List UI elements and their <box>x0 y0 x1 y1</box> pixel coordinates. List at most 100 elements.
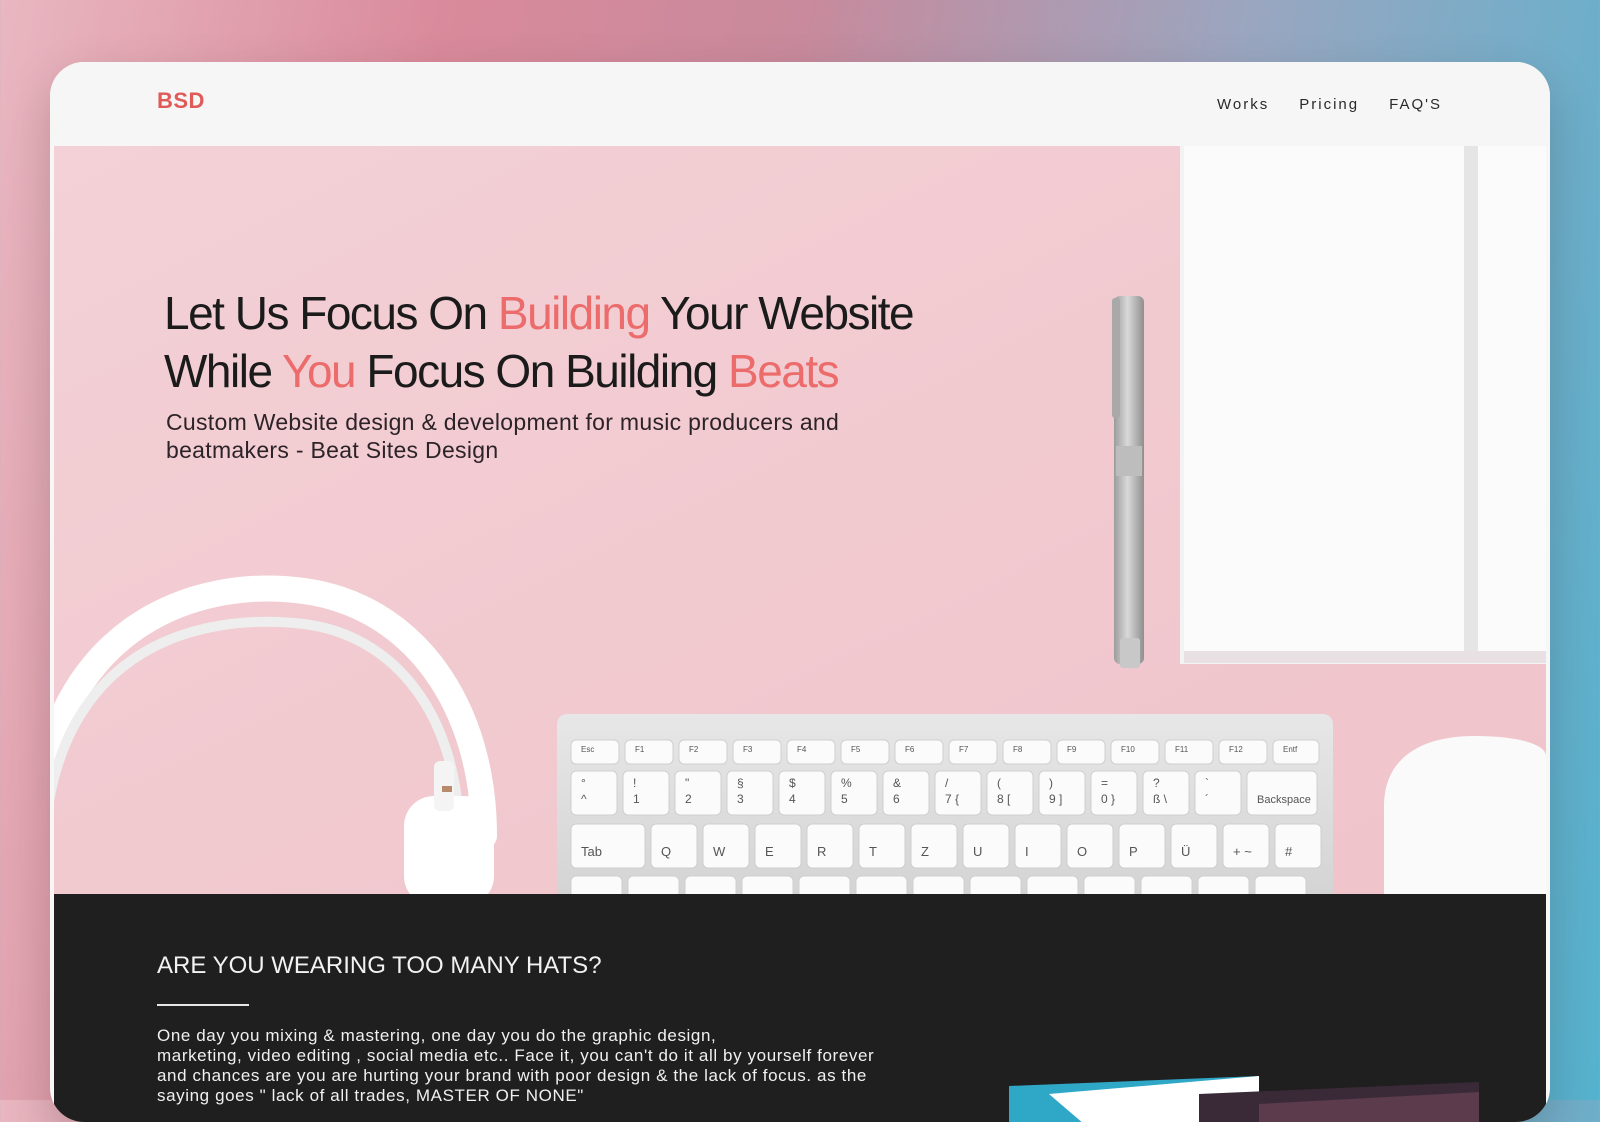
svg-text:Ü: Ü <box>1181 844 1190 859</box>
hero-section: Esc F1 F2 F3 F4 F5 F6 F7 F8 F9 F10 F11 F12 Entf ^ ° 1! 2 "… <box>54 146 1546 894</box>
svg-text:Backspace: Backspace <box>1257 794 1311 806</box>
key-row2-6: Z <box>910 823 958 869</box>
key-row2-13: # <box>1274 823 1322 869</box>
key-num-10: 0 } = <box>1090 770 1138 816</box>
pen-image <box>1112 296 1144 668</box>
key-num-6: 6& <box>882 770 930 816</box>
svg-text:Q: Q <box>661 844 671 859</box>
top-nav: BSD Works Pricing FAQ'S <box>50 62 1550 146</box>
key-f4: F4 <box>786 739 836 765</box>
key-f1: F1 <box>624 739 674 765</box>
key-row2-9: O <box>1066 823 1114 869</box>
key-row3-11 <box>1197 875 1250 894</box>
key-row2-12: + ~ <box>1222 823 1270 869</box>
key-num-7: 7 {/ <box>934 770 982 816</box>
key-f7: F7 <box>948 739 998 765</box>
site-logo[interactable]: BSD <box>157 88 205 114</box>
key-num-8: 8 [ ( <box>986 770 1034 816</box>
key-row3-9 <box>1083 875 1136 894</box>
svg-text:3: 3 <box>737 792 744 806</box>
section-body: One day you mixing & mastering, one day … <box>157 1026 875 1105</box>
key-row3-4 <box>798 875 851 894</box>
svg-text:T: T <box>869 844 877 859</box>
key-f12: F12 <box>1218 739 1268 765</box>
svg-text:F2: F2 <box>689 745 699 754</box>
key-num-4: 4$ <box>778 770 826 816</box>
svg-text:´: ´ <box>1205 792 1209 806</box>
brochure-image <box>1009 1076 1479 1122</box>
svg-text:F10: F10 <box>1121 745 1135 754</box>
mouse-image <box>1384 736 1546 894</box>
svg-text:F7: F7 <box>959 745 969 754</box>
svg-text:°: ° <box>581 776 586 790</box>
svg-text:(: ( <box>997 776 1001 790</box>
svg-text:!: ! <box>633 776 636 790</box>
hero-title: Let Us Focus On Building Your Website Wh… <box>164 284 915 400</box>
svg-text:): ) <box>1049 776 1053 790</box>
svg-text:F5: F5 <box>851 745 861 754</box>
key-f9: F9 <box>1056 739 1106 765</box>
key-num-0: ^° <box>570 770 618 816</box>
svg-text:E: E <box>765 844 774 859</box>
key-row3-7 <box>969 875 1022 894</box>
svg-text:0 }: 0 } <box>1101 792 1115 806</box>
svg-text:I: I <box>1025 844 1029 859</box>
svg-text:F3: F3 <box>743 745 753 754</box>
hero-background-illustration: Esc F1 F2 F3 F4 F5 F6 F7 F8 F9 F10 F11 F12 Entf^°1!2"… <box>54 146 1546 894</box>
key-f11: F11 <box>1164 739 1214 765</box>
svg-text:&: & <box>893 776 901 790</box>
key-row3-1 <box>627 875 680 894</box>
svg-text:Tab: Tab <box>581 844 602 859</box>
key-entf: Entf <box>1272 739 1320 765</box>
key-row2-7: U <box>962 823 1010 869</box>
key-row3-3 <box>741 875 794 894</box>
key-f10: F10 <box>1110 739 1160 765</box>
svg-text:": " <box>685 776 689 790</box>
key-row3-0 <box>570 875 623 894</box>
svg-text:2: 2 <box>685 792 692 806</box>
key-f2: F2 <box>678 739 728 765</box>
key-num-2: 2" <box>674 770 722 816</box>
svg-text:F1: F1 <box>635 745 645 754</box>
title-divider <box>157 1004 249 1006</box>
section-title: ARE YOU WEARING TOO MANY HATS? <box>157 952 602 979</box>
svg-text:§: § <box>737 776 744 790</box>
svg-text:^: ^ <box>581 792 587 806</box>
key-esc: Esc <box>570 739 620 765</box>
nav-link-faqs[interactable]: FAQ'S <box>1389 96 1442 113</box>
svg-text:7 {: 7 { <box>945 792 959 806</box>
svg-text:8 [: 8 [ <box>997 792 1011 806</box>
key-f5: F5 <box>840 739 890 765</box>
svg-text:%: % <box>841 776 852 790</box>
svg-text:P: P <box>1129 844 1138 859</box>
hero-subtitle: Custom Website design & development for … <box>166 409 840 463</box>
hero-title-line2: While You Focus On Building Beats <box>164 345 840 397</box>
key-num-5: 5% <box>830 770 878 816</box>
key-row2-2: W <box>702 823 750 869</box>
svg-text:W: W <box>713 844 726 859</box>
svg-text:F8: F8 <box>1013 745 1023 754</box>
nav-link-pricing[interactable]: Pricing <box>1299 96 1359 113</box>
svg-text:F9: F9 <box>1067 745 1077 754</box>
svg-text:R: R <box>817 844 826 859</box>
svg-text:F6: F6 <box>905 745 915 754</box>
key-row3-6 <box>912 875 965 894</box>
key-row3-10 <box>1140 875 1193 894</box>
svg-text:Entf: Entf <box>1283 745 1298 754</box>
key-row2-5: T <box>858 823 906 869</box>
key-row3-12 <box>1254 875 1307 894</box>
key-row2-1: Q <box>650 823 698 869</box>
key-f6: F6 <box>894 739 944 765</box>
key-f3: F3 <box>732 739 782 765</box>
key-num-3: 3§ <box>726 770 774 816</box>
svg-text:`: ` <box>1205 776 1209 790</box>
hero-title-line1: Let Us Focus On Building Your Website <box>164 287 915 339</box>
nav-link-works[interactable]: Works <box>1217 96 1269 113</box>
key-num-12: ´` <box>1194 770 1242 816</box>
browser-window: BSD Works Pricing FAQ'S Esc F1 F2 F3 F4 … <box>50 62 1550 1122</box>
svg-text:Z: Z <box>921 844 929 859</box>
svg-text:F4: F4 <box>797 745 807 754</box>
svg-text:U: U <box>973 844 982 859</box>
hats-section: ARE YOU WEARING TOO MANY HATS? One day y… <box>54 894 1546 1122</box>
key-row3-8 <box>1026 875 1079 894</box>
